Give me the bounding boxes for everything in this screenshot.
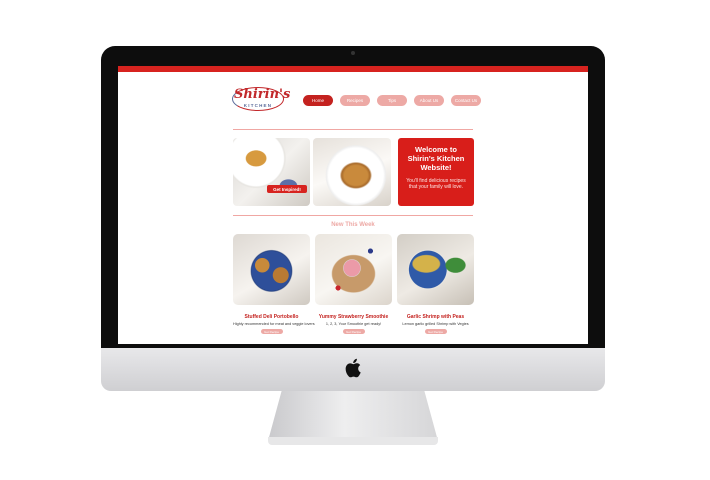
recipe-photo[interactable] (397, 234, 474, 305)
hero-photo-dessert (233, 138, 310, 206)
website-screen: Shirin's KITCHEN Home Recipes Tips About… (118, 66, 588, 344)
main-nav: Home Recipes Tips About Us Contact Us (303, 95, 481, 106)
nav-recipes[interactable]: Recipes (340, 95, 370, 106)
recipe-title[interactable]: Garlic Shrimp with Peas (397, 314, 474, 320)
recipe-card: Stuffed Deli Portobello Highly recommend… (233, 234, 315, 334)
welcome-box: Welcome to Shirin's Kitchen Website! You… (398, 138, 474, 206)
recipe-description: Lemon garlic grilled Shrimp with Vegies (402, 322, 469, 326)
header-divider (233, 129, 473, 130)
get-recipe-button[interactable]: Get Recipe (260, 329, 283, 334)
site-logo[interactable]: Shirin's KITCHEN (232, 83, 291, 117)
imac-stand-foot (268, 437, 438, 445)
recipe-card: Yummy Strawberry Smoothie 1, 2, 3, Your … (315, 234, 392, 334)
nav-contact-us[interactable]: Contact Us (451, 95, 481, 106)
recipe-title[interactable]: Yummy Strawberry Smoothie (315, 314, 392, 320)
imac-display-bezel: Shirin's KITCHEN Home Recipes Tips About… (101, 46, 605, 350)
hero-divider (233, 215, 473, 216)
recipe-photo[interactable] (315, 234, 392, 305)
top-accent-bar (118, 66, 588, 72)
apple-icon (345, 358, 361, 378)
nav-tips[interactable]: Tips (377, 95, 407, 106)
get-recipe-button[interactable]: Get Recipe (424, 329, 447, 334)
section-title: New This Week (331, 222, 375, 228)
imac-stand (268, 391, 438, 441)
recipe-title[interactable]: Stuffed Deli Portobello (233, 314, 310, 320)
logo-sub-text: KITCHEN (243, 103, 273, 108)
welcome-title: Welcome to Shirin's Kitchen Website! (407, 145, 465, 172)
recipe-description: 1, 2, 3, Your Smoothie get ready! (325, 322, 382, 326)
get-inspired-button[interactable]: Get Inspired! (267, 185, 307, 193)
camera-icon (351, 51, 355, 55)
recipe-description: Highly recommended for meat and veggie l… (233, 322, 315, 326)
nav-home[interactable]: Home (303, 95, 333, 106)
get-recipe-button[interactable]: Get Recipe (342, 329, 365, 334)
hero-photo-fried-dish (313, 138, 391, 206)
logo-script-text: Shirin's (234, 87, 291, 102)
recipe-card: Garlic Shrimp with Peas Lemon garlic gri… (397, 234, 474, 334)
nav-about-us[interactable]: About Us (414, 95, 444, 106)
welcome-text: You'll find delicious recipes that your … (406, 178, 466, 190)
recipe-photo[interactable] (233, 234, 310, 305)
